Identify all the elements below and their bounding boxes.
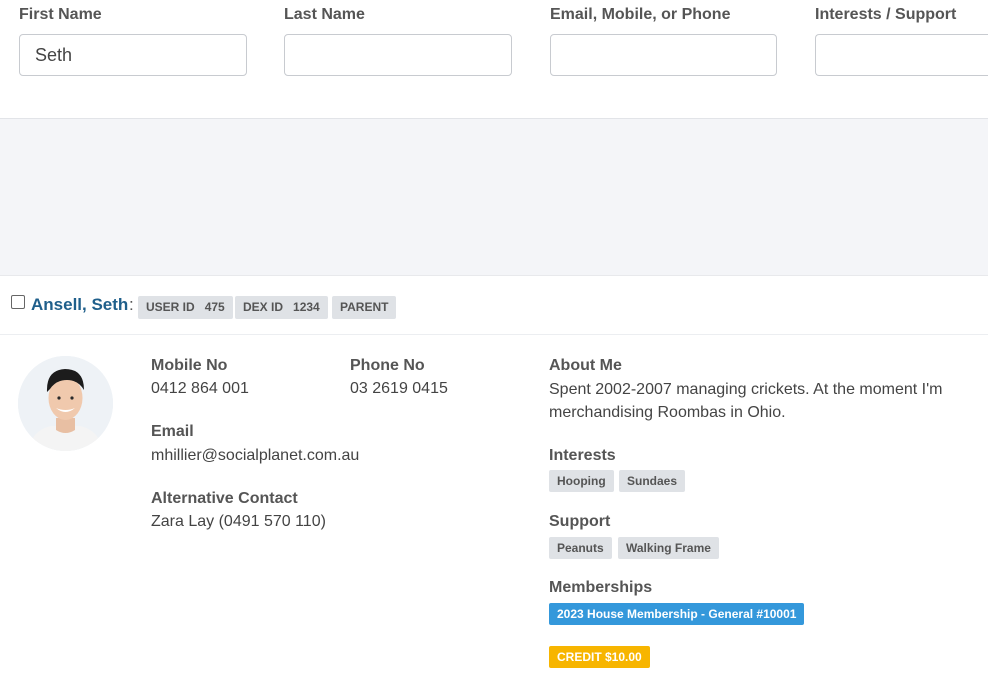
interests-input[interactable]	[815, 34, 988, 76]
membership-badge[interactable]: 2023 House Membership - General #10001	[549, 603, 805, 625]
user-id-badge-value: 475	[204, 300, 225, 314]
user-id-badge: USER ID 475	[138, 296, 233, 319]
record-name-link[interactable]: Ansell, Seth	[31, 295, 128, 315]
last-name-label: Last Name	[284, 6, 365, 23]
support-section-label: Support	[549, 513, 611, 530]
record-select-checkbox[interactable]	[11, 295, 25, 309]
mobile-value: 0412 864 001	[151, 380, 249, 397]
dex-id-badge-label: DEX ID	[243, 300, 284, 314]
dex-id-badge: DEX ID 1234	[235, 296, 328, 319]
avatar	[18, 356, 113, 451]
phone-value: 03 2619 0415	[350, 380, 448, 397]
first-name-label: First Name	[19, 6, 102, 23]
phone-label: Phone No	[350, 357, 425, 374]
name-separator: :	[129, 295, 134, 314]
parent-badge-label: PARENT	[340, 300, 389, 314]
contact-input[interactable]	[550, 34, 777, 76]
filter-bar: First Name Last Name Email, Mobile, or P…	[0, 0, 988, 119]
interests-section-label: Interests	[549, 447, 616, 464]
alt-contact-label: Alternative Contact	[151, 490, 298, 507]
credit-badge: CREDIT $10.00	[549, 646, 650, 668]
parent-badge: PARENT	[332, 296, 397, 319]
about-label: About Me	[549, 357, 622, 374]
support-tag: Walking Frame	[618, 537, 719, 559]
first-name-input[interactable]	[19, 34, 247, 76]
interest-tag: Hooping	[549, 470, 614, 492]
email-label: Email	[151, 423, 194, 440]
interests-label: Interests / Support	[815, 6, 957, 23]
mobile-label: Mobile No	[151, 357, 228, 374]
contact-label: Email, Mobile, or Phone	[550, 6, 731, 23]
support-tag: Peanuts	[549, 537, 612, 559]
empty-panel	[0, 119, 988, 276]
about-text: Spent 2002-2007 managing crickets. At th…	[549, 381, 943, 421]
last-name-input[interactable]	[284, 34, 512, 76]
alt-contact-value: Zara Lay (0491 570 110)	[151, 513, 326, 530]
user-id-badge-label: USER ID	[146, 300, 195, 314]
interest-tag: Sundaes	[619, 470, 686, 492]
record-header: Ansell, Seth : USER ID 475 DEX ID 1234 PAR…	[0, 277, 988, 335]
avatar-photo-icon	[18, 356, 113, 451]
email-value[interactable]: mhillier@socialplanet.com.au	[151, 447, 359, 465]
memberships-label: Memberships	[549, 579, 653, 596]
dex-id-badge-value: 1234	[293, 300, 320, 314]
